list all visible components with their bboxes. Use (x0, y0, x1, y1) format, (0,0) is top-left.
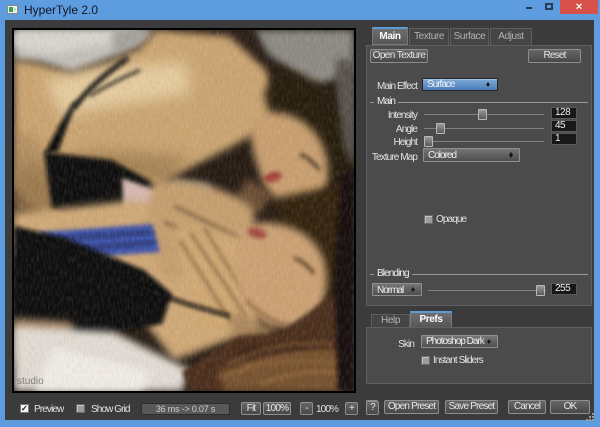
svg-text:studio: studio (17, 376, 44, 387)
